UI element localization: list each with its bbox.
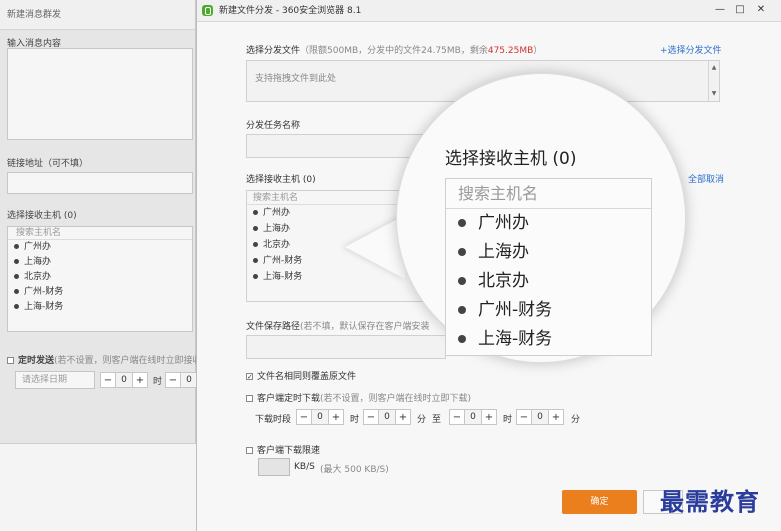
bullet-icon xyxy=(14,274,19,279)
bullet-icon xyxy=(458,335,466,343)
host-item[interactable]: 北京办 xyxy=(8,270,192,285)
host-item[interactable]: 上海办 xyxy=(8,255,192,270)
host-item[interactable]: 广州-财务 xyxy=(8,285,192,300)
magnified-host-item: 北京办 xyxy=(446,267,651,296)
close-icon[interactable]: ✕ xyxy=(753,2,769,18)
magnified-host-item: 上海-财务 xyxy=(446,325,651,354)
drop-hint: 支持拖拽文件到此处 xyxy=(255,74,337,84)
file-select-row: 选择分发文件（限额500MB，分发中的文件24.75MB，剩余475.25MB） xyxy=(246,46,543,56)
date-picker-input[interactable]: 请选择日期 xyxy=(15,371,95,389)
file-select-label: 选择分发文件 xyxy=(246,46,301,56)
hour-stepper[interactable]: −0 + xyxy=(100,372,148,388)
link-address-input[interactable] xyxy=(7,172,193,194)
host-select-label: 选择接收主机 (0) xyxy=(7,211,77,221)
minus-icon[interactable]: − xyxy=(516,409,532,425)
bottom-area xyxy=(0,443,196,531)
magnified-search-input: 搜索主机名 xyxy=(446,179,651,209)
minus-icon[interactable]: − xyxy=(363,409,379,425)
ok-button[interactable]: 确定 xyxy=(562,490,637,514)
end-hour-stepper[interactable]: −0 + xyxy=(449,409,497,425)
start-minute-stepper[interactable]: −0 + xyxy=(363,409,411,425)
hour-unit: 时 xyxy=(350,415,360,425)
screen: 新建消息群发 输入消息内容 链接地址（可不填） 选择接收主机 (0) 搜索主机名… xyxy=(0,0,781,531)
speed-limit-row: 客户端下载限速 xyxy=(246,443,320,456)
bullet-icon xyxy=(253,258,258,263)
browser-logo-icon xyxy=(202,5,213,16)
quota-text: （限额500MB，分发中的文件24.75MB，剩余 xyxy=(300,46,488,56)
range-to-text: 至 xyxy=(432,415,442,425)
overwrite-row: 文件名相同则覆盖原文件 xyxy=(246,369,356,382)
watermark: 最需教育 xyxy=(660,487,760,516)
plus-icon[interactable]: + xyxy=(132,372,148,388)
drop-zone-scrollbar[interactable]: ▲ ▼ xyxy=(708,61,719,101)
minus-icon[interactable]: − xyxy=(449,409,465,425)
bullet-icon xyxy=(458,277,466,285)
add-file-link[interactable]: +选择分发文件 xyxy=(660,43,722,56)
minute-unit: 分 xyxy=(417,415,427,425)
hour-unit: 时 xyxy=(153,377,163,387)
bullet-icon xyxy=(458,306,466,314)
speed-limit-checkbox[interactable] xyxy=(246,447,253,454)
magnified-host-item: 广州办 xyxy=(446,209,651,238)
plus-icon[interactable]: + xyxy=(548,409,564,425)
save-path-hint: (若不填，默认保存在客户端安装 xyxy=(300,322,430,332)
minute-unit: 分 xyxy=(571,415,581,425)
client-timed-checkbox[interactable] xyxy=(246,395,253,402)
bullet-icon xyxy=(253,210,258,215)
host-item[interactable]: 上海-财务 xyxy=(8,300,192,315)
title-bar: 新建文件分发 - 360安全浏览器 8.1 — □ ✕ xyxy=(197,0,781,22)
hour-unit: 时 xyxy=(503,415,513,425)
task-name-label: 分发任务名称 xyxy=(246,121,301,131)
minus-icon[interactable]: − xyxy=(296,409,312,425)
save-path-input[interactable] xyxy=(246,335,446,359)
link-address-label: 链接地址（可不填） xyxy=(7,159,89,169)
speed-limit-input[interactable] xyxy=(258,458,290,476)
minute-stepper[interactable]: −0 xyxy=(165,372,198,388)
background-window-message-broadcast: 新建消息群发 输入消息内容 链接地址（可不填） 选择接收主机 (0) 搜索主机名… xyxy=(0,0,202,531)
maximize-icon[interactable]: □ xyxy=(732,2,748,18)
bullet-icon xyxy=(14,289,19,294)
magnified-host-item: 上海办 xyxy=(446,238,651,267)
start-hour-stepper[interactable]: −0 + xyxy=(296,409,344,425)
plus-icon[interactable]: + xyxy=(395,409,411,425)
cancel-all-link[interactable]: 全部取消 xyxy=(688,172,724,185)
host-search-input[interactable]: 搜索主机名 xyxy=(8,227,192,240)
timed-send-row: 定时发送(若不设置，则客户端在线时立即接收 xyxy=(7,353,202,366)
save-path-label: 文件保存路径 xyxy=(246,322,301,332)
speed-unit: KB/S xyxy=(294,462,315,472)
bullet-icon xyxy=(458,219,466,227)
minimize-icon[interactable]: — xyxy=(712,2,728,18)
window-title: 新建消息群发 xyxy=(0,0,195,30)
timed-send-checkbox[interactable] xyxy=(7,357,14,364)
remaining-quota: 475.25MB xyxy=(487,46,534,56)
client-timed-row: 客户端定时下载(若不设置，则客户端在线时立即下载) xyxy=(246,391,471,404)
download-period-label: 下载时段 xyxy=(255,415,292,425)
bullet-icon xyxy=(14,244,19,249)
plus-icon[interactable]: + xyxy=(328,409,344,425)
plus-icon[interactable]: + xyxy=(481,409,497,425)
minus-icon[interactable]: − xyxy=(100,372,116,388)
message-content-input[interactable] xyxy=(7,48,193,140)
speed-hint: (最大 500 KB/S) xyxy=(320,465,389,475)
bullet-icon xyxy=(458,248,466,256)
scroll-up-icon[interactable]: ▲ xyxy=(709,63,719,73)
scroll-down-icon[interactable]: ▼ xyxy=(709,89,719,99)
magnifier-callout: 选择接收主机 (0) 搜索主机名 广州办 上海办 北京办 广州-财务 上海-财务 xyxy=(396,73,686,363)
bullet-icon xyxy=(253,274,258,279)
bullet-icon xyxy=(14,304,19,309)
magnified-host-list: 搜索主机名 广州办 上海办 北京办 广州-财务 上海-财务 xyxy=(445,178,652,356)
host-list: 搜索主机名 广州办 上海办 北京办 广州-财务 上海-财务 xyxy=(7,226,193,332)
dialog-title: 新建文件分发 - 360安全浏览器 8.1 xyxy=(219,6,362,16)
bullet-icon xyxy=(14,259,19,264)
bullet-icon xyxy=(253,242,258,247)
magnified-host-label: 选择接收主机 (0) xyxy=(445,149,577,169)
overwrite-checkbox[interactable] xyxy=(246,373,253,380)
end-minute-stepper[interactable]: −0 + xyxy=(516,409,564,425)
bullet-icon xyxy=(253,226,258,231)
host-item[interactable]: 广州办 xyxy=(8,240,192,255)
minus-icon[interactable]: − xyxy=(165,372,181,388)
save-path-row: 文件保存路径(若不填，默认保存在客户端安装 xyxy=(246,319,430,332)
magnified-host-item: 广州-财务 xyxy=(446,296,651,325)
host-select-label: 选择接收主机 (0) xyxy=(246,175,316,185)
